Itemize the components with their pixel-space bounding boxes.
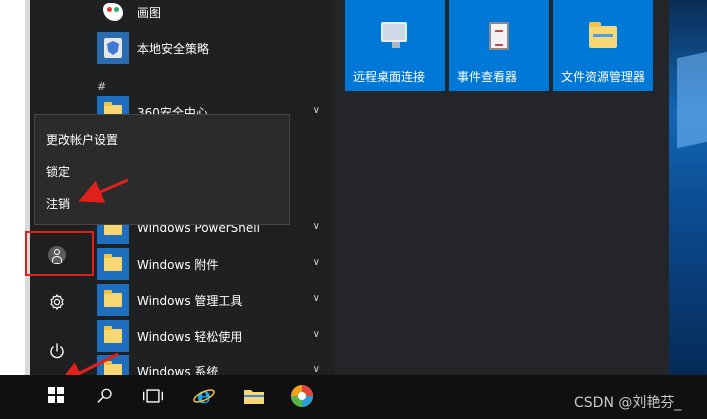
search-button[interactable]	[91, 382, 119, 410]
search-icon	[97, 388, 112, 403]
browser-360-button[interactable]	[288, 382, 316, 410]
internet-explorer-button[interactable]: e	[190, 382, 218, 410]
windows-logo-icon	[48, 387, 64, 403]
start-button[interactable]	[36, 375, 76, 415]
task-view-button[interactable]	[139, 382, 167, 410]
annotation-arrows	[58, 178, 129, 384]
arrow-to-sign-out	[78, 178, 129, 203]
task-view-icon	[143, 389, 163, 403]
svg-text:e: e	[197, 384, 211, 408]
folder-icon	[244, 390, 264, 404]
watermark: CSDN @刘艳芬_	[574, 395, 682, 411]
internet-explorer-icon: e	[193, 384, 215, 408]
360-browser-icon	[291, 385, 313, 407]
file-explorer-taskbar-button[interactable]	[240, 382, 268, 410]
